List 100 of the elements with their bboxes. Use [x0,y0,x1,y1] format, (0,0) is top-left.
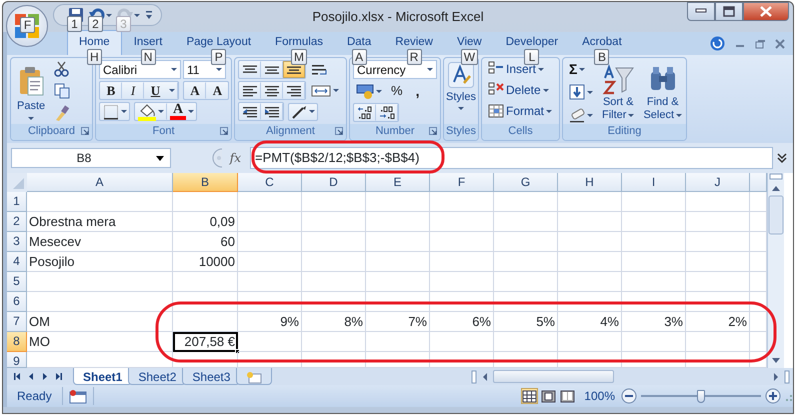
slider-thumb[interactable] [697,390,705,402]
zoom-level[interactable]: 100% [576,387,621,405]
column-header[interactable]: I [622,173,686,192]
comma-button[interactable]: , [408,82,426,100]
maximize-button[interactable] [715,2,743,21]
first-sheet-icon[interactable] [13,372,21,381]
font-name-field[interactable]: Calibri [99,60,181,79]
customize-icon[interactable] [145,10,153,20]
split-handle[interactable] [471,370,477,384]
row-header[interactable]: 7 [7,312,27,332]
restore-icon[interactable] [755,38,765,48]
row-header[interactable]: 4 [7,252,27,272]
caret-icon [216,68,222,71]
launcher-icon[interactable] [220,127,228,135]
close-button[interactable] [743,2,789,21]
splitter-handle[interactable] [210,148,223,168]
paste-button[interactable]: Paste [14,60,48,124]
table-cell [494,252,558,272]
row-header[interactable]: 6 [7,292,27,312]
table-cell [494,332,558,352]
column-header[interactable]: B [173,173,238,192]
orientation-button[interactable] [288,102,318,120]
record-macro-icon[interactable] [68,390,87,404]
table-cell: Mesecev [27,232,173,252]
help-icon[interactable] [710,36,725,51]
styles-icon [448,62,474,88]
column-header[interactable]: C [238,173,302,192]
page-break-view-button[interactable] [559,388,576,404]
row-header[interactable]: 2 [7,212,27,232]
expand-icon[interactable] [775,151,789,165]
number-format-field[interactable]: Currency [353,60,437,79]
row-header[interactable]: 1 [7,192,27,212]
grow-font-button[interactable]: A [184,82,206,99]
normal-view-button[interactable] [521,388,538,404]
autosum-button[interactable]: Σ [566,60,596,78]
next-sheet-icon[interactable] [41,372,49,381]
column-header[interactable]: J [686,173,750,192]
formula-field[interactable]: =PMT($B$2/12;$B$3;-$B$4) [250,147,773,169]
close-icon[interactable] [775,38,785,48]
table-cell [430,232,494,252]
italic-button[interactable]: I [122,82,144,99]
table-cell [302,292,366,312]
table-cell [366,232,430,252]
percent-button[interactable]: % [388,82,406,100]
column-header[interactable]: H [558,173,622,192]
last-sheet-icon[interactable] [55,372,63,381]
split-handle[interactable] [768,173,784,181]
insert-sheet-button[interactable] [236,368,272,385]
font-color-button[interactable]: A [167,103,196,120]
keytip-tooltip: N [140,48,156,65]
insert-function-button[interactable]: fx [226,149,244,167]
row-header[interactable]: 5 [7,272,27,292]
font-size-field[interactable]: 11 [183,60,226,79]
previous-sheet-icon[interactable] [27,372,35,381]
zoom-in-icon[interactable] [765,388,781,404]
caret-icon [134,14,140,16]
grid-icon [522,390,538,402]
group-label: Alignment [266,124,315,139]
table-cell [494,212,558,232]
row-header[interactable]: 8 [7,332,27,352]
caret-icon [676,114,682,117]
row-header[interactable]: 3 [7,232,27,252]
underline-button[interactable]: U [144,82,166,99]
table-cell: Obrestna mera [27,212,173,232]
scroll-thumb[interactable] [768,195,784,235]
format-cells-button[interactable]: Format [485,102,556,120]
columns-icon [560,390,576,402]
scroll-left-icon[interactable] [481,372,489,382]
delete-cells-button[interactable]: Delete [485,81,556,99]
column-header[interactable]: G [494,173,558,192]
scroll-thumb[interactable] [493,370,614,383]
launcher-icon[interactable] [429,127,437,135]
shrink-font-button[interactable]: A [206,82,228,99]
page-layout-view-button[interactable] [540,388,558,404]
zoom-out-icon[interactable] [621,388,637,404]
name-box[interactable]: B8 [11,148,171,168]
caret-icon [427,68,433,71]
bold-button[interactable]: B [100,82,122,99]
row-header[interactable]: 9 [7,352,27,368]
launcher-icon[interactable] [335,127,343,135]
active-cell[interactable]: 207,58 € [173,332,238,352]
launcher-icon[interactable] [81,127,89,135]
keytip-tooltip: L [524,48,540,65]
fill-handle[interactable] [235,349,240,354]
group-label: Editing [608,124,642,139]
middle-align-icon [264,66,280,74]
column-header[interactable]: E [366,173,430,192]
column-header[interactable]: A [27,173,173,192]
table-cell [494,192,558,212]
find-select-button[interactable]: Find & Select [640,60,686,124]
table-cell [494,292,558,312]
scroll-right-icon[interactable] [772,372,780,382]
column-header[interactable]: D [302,173,366,192]
fill-color-button[interactable] [135,103,167,120]
column-header[interactable]: F [430,173,494,192]
minimize-button[interactable] [687,2,715,21]
paint-bucket-icon [138,102,156,120]
split-handle[interactable] [784,370,790,384]
table-cell [366,292,430,312]
fill-icon [569,84,585,100]
